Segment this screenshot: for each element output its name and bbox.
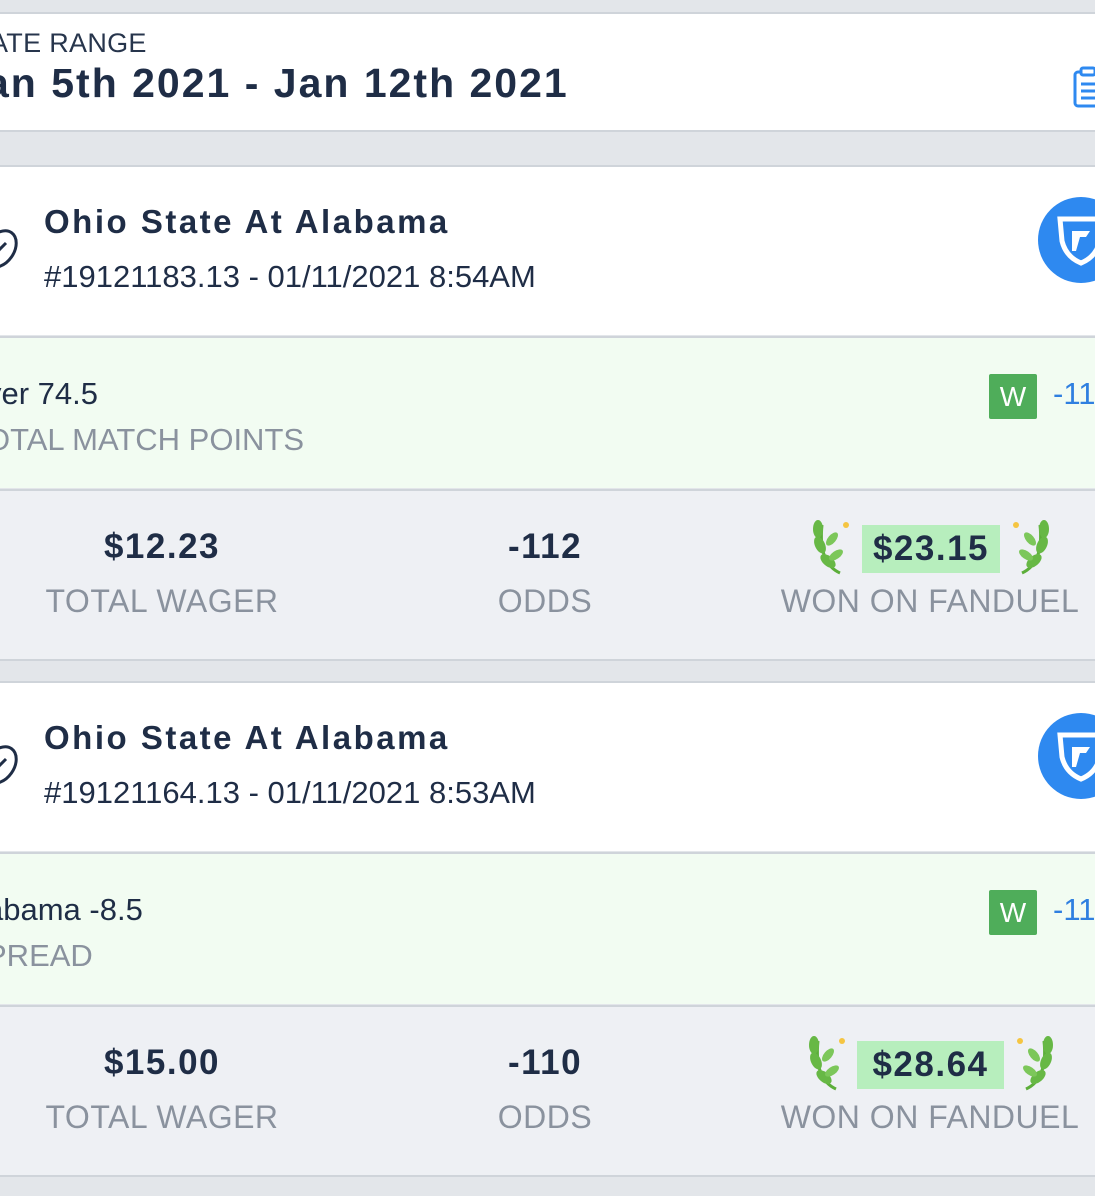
date-range-selector[interactable]: ATE RANGE an 5th 2021 - Jan 12th 2021 [0, 14, 1095, 132]
pick-name: ver 74.5 [0, 376, 99, 411]
pick-row: abama -8.5 PREAD W -11 [0, 854, 1095, 1004]
football-icon [0, 745, 18, 785]
won-label: WON ON FANDUEL [780, 583, 1080, 619]
total-wager-value: $12.23 [103, 527, 221, 566]
bet-stats-row: $15.00 TOTAL WAGER -110 ODDS $28.64 WON … [0, 1007, 1095, 1175]
fanduel-shield-icon [1038, 197, 1095, 283]
fanduel-shield-icon [1038, 713, 1095, 799]
football-icon [0, 229, 18, 269]
bet-card-header[interactable]: Ohio State At Alabama #19121164.13 - 01/… [0, 683, 1095, 851]
date-range-value[interactable]: an 5th 2021 - Jan 12th 2021 [0, 60, 569, 107]
bet-id-timestamp: #19121164.13 - 01/11/2021 8:53AM [44, 775, 536, 810]
odds-label: ODDS [497, 1099, 593, 1135]
laurel-right-icon [1013, 520, 1049, 575]
laurel-left-icon [809, 1036, 845, 1091]
pick-odds: -11 [1053, 376, 1095, 411]
game-title: Ohio State At Alabama [44, 719, 450, 756]
pick-odds: -11 [1053, 892, 1095, 927]
odds-value: -110 [507, 1043, 583, 1082]
odds-label: ODDS [497, 583, 593, 619]
total-wager-label: TOTAL WAGER [45, 1099, 279, 1135]
total-wager-value: $15.00 [103, 1043, 221, 1082]
won-amount: $23.15 [862, 525, 1000, 573]
won-amount: $28.64 [857, 1041, 1004, 1089]
pick-name: abama -8.5 [0, 892, 143, 927]
pick-row: ver 74.5 OTAL MATCH POINTS W -11 [0, 338, 1095, 488]
laurel-right-icon [1017, 1036, 1053, 1091]
bet-card-header[interactable]: Ohio State At Alabama #19121183.13 - 01/… [0, 167, 1095, 335]
won-label: WON ON FANDUEL [780, 1099, 1080, 1135]
game-title: Ohio State At Alabama [44, 203, 450, 240]
laurel-left-icon [813, 520, 849, 575]
total-wager-label: TOTAL WAGER [45, 583, 279, 619]
odds-value: -112 [507, 527, 583, 566]
bet-id-timestamp: #19121183.13 - 01/11/2021 8:54AM [44, 259, 536, 294]
win-badge: W [989, 374, 1037, 419]
pick-market: OTAL MATCH POINTS [0, 422, 305, 457]
date-range-label: ATE RANGE [0, 28, 147, 58]
bet-stats-row: $12.23 TOTAL WAGER -112 ODDS $23.15 WON … [0, 491, 1095, 659]
calendar-icon[interactable] [1073, 66, 1095, 108]
win-badge: W [989, 890, 1037, 935]
pick-market: PREAD [0, 938, 93, 973]
